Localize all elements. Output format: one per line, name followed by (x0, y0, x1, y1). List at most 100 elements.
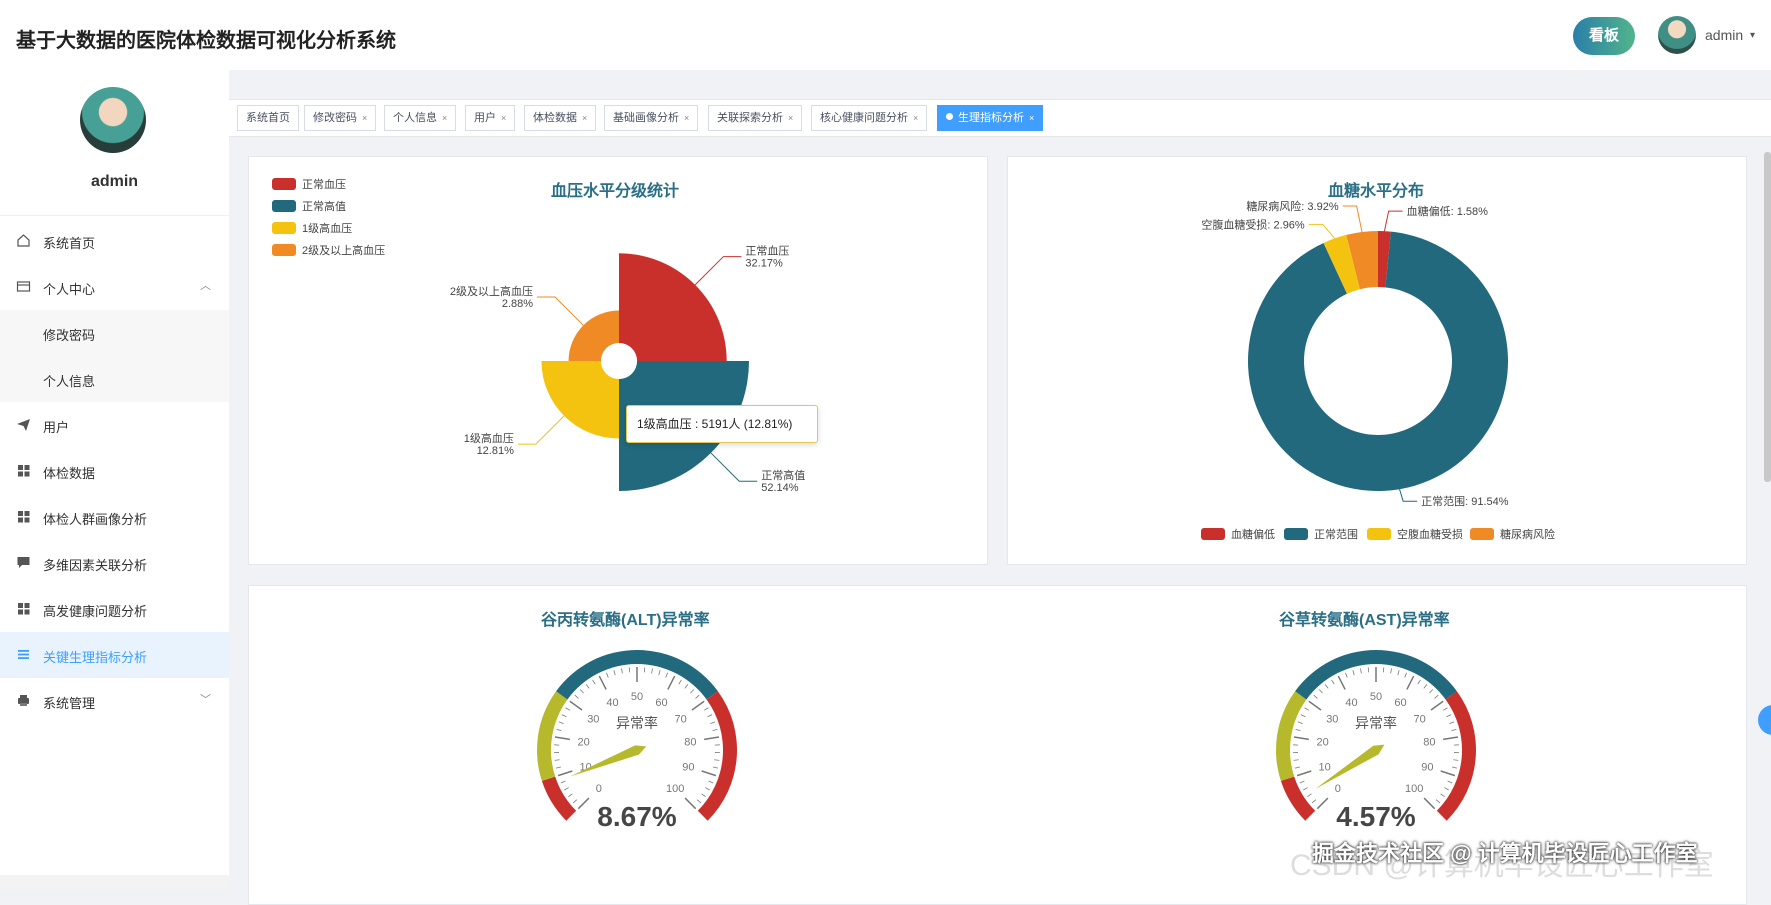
gauge-tick-label: 80 (1423, 737, 1435, 749)
gauge-tick (1300, 781, 1305, 783)
tab-users[interactable]: 用户× (465, 105, 515, 131)
gauge-tick (1443, 708, 1447, 711)
legend-item[interactable]: 正常范围 (1284, 528, 1358, 542)
gauge-tick (666, 673, 668, 678)
floating-expand-button[interactable] (1758, 705, 1771, 735)
legend-item[interactable]: 糖尿病风险 (1470, 528, 1555, 542)
close-icon[interactable]: × (442, 113, 447, 123)
close-icon[interactable]: × (913, 113, 918, 123)
legend-swatch (1284, 528, 1308, 540)
gauge-tick (580, 689, 583, 693)
close-icon[interactable]: × (788, 113, 793, 123)
sidebar-item-system-management[interactable]: 系统管理 ﹀ (0, 678, 229, 724)
sidebar-item-change-password[interactable]: 修改密码 (0, 310, 229, 356)
gauge-tick (704, 708, 708, 711)
gauge-tick (568, 794, 572, 797)
slice-percent-label: 32.17% (745, 258, 783, 270)
gauge-tick (1429, 689, 1432, 693)
gauge-tick (659, 670, 660, 675)
gauge-tick (1319, 689, 1322, 693)
legend-item[interactable]: 血糖偏低 (1201, 528, 1275, 542)
close-icon[interactable]: × (684, 113, 689, 123)
gauge-tick (1317, 798, 1328, 809)
gauge-tick (1307, 794, 1311, 797)
bp-rose-chart: 正常血压32.17%正常高值52.14%1级高血压12.81%2级及以上高血压2… (249, 157, 989, 566)
tab-label: 核心健康问题分析 (820, 112, 908, 124)
chevron-up-icon[interactable]: ︿ (200, 277, 211, 293)
gauge-tick-label: 70 (675, 713, 687, 725)
gauge-tick (702, 794, 706, 797)
sidebar-item-health-issues[interactable]: 高发健康问题分析 (0, 586, 229, 632)
tab-change-password[interactable]: 修改密码× (304, 105, 376, 131)
gauge-tick (562, 715, 567, 717)
tab-association[interactable]: 关联探索分析 × (708, 105, 802, 131)
gauge-tick (1431, 701, 1443, 710)
gauge-band (1437, 691, 1476, 820)
label-leader-line (711, 453, 757, 481)
page-scrollbar[interactable] (1764, 152, 1771, 482)
gauge-tick-label: 50 (1370, 691, 1382, 703)
gauge-tick (606, 673, 608, 678)
gauge-name: 异常率 (1355, 715, 1397, 731)
close-icon[interactable]: × (362, 113, 367, 123)
rose-center-hole (601, 343, 637, 379)
tags-view-bar: 系统首页 修改密码× 个人信息× 用户× 体检数据 × 基础画像分析× 关联探索分… (229, 99, 1771, 137)
sidebar-item-home[interactable]: 系统首页 (0, 218, 229, 264)
gauge-tick (570, 701, 582, 710)
gauge-tick-label: 60 (655, 697, 667, 709)
sidebar-scrollbar[interactable] (0, 875, 229, 890)
gauge-tick (1338, 676, 1345, 689)
legend-label: 空腹血糖受损 (1397, 529, 1463, 541)
tab-core-health[interactable]: 核心健康问题分析 × (811, 105, 927, 131)
gauge-tick (1353, 670, 1354, 675)
gauge-tick (1325, 684, 1328, 688)
gauge-tick (696, 695, 700, 698)
sidebar-item-exam-data[interactable]: 体检数据 (0, 448, 229, 494)
glucose-donut-chart: 血糖偏低: 1.58%正常范围: 91.54%空腹血糖受损: 2.96%糖尿病风… (1008, 157, 1748, 566)
close-icon[interactable]: × (1029, 113, 1034, 123)
close-icon[interactable]: × (501, 113, 506, 123)
tab-home[interactable]: 系统首页 (237, 105, 299, 131)
sidebar-item-users[interactable]: 用户 (0, 402, 229, 448)
gauge-tick (1294, 737, 1309, 739)
sidebar-item-personal-info[interactable]: 个人信息 (0, 356, 229, 402)
user-avatar[interactable] (1658, 16, 1696, 54)
chevron-down-icon[interactable]: ▾ (1750, 30, 1755, 41)
sidebar-item-personal-center[interactable]: 个人中心 ︿ (0, 264, 229, 310)
slice-name-label: 1级高血压 (464, 431, 514, 445)
legend-item[interactable]: 空腹血糖受损 (1367, 528, 1463, 542)
grid-icon (16, 463, 31, 478)
gauge-tick (1294, 760, 1299, 761)
gauge-tick (1407, 676, 1414, 689)
tab-physiological[interactable]: 生理指标分析× (937, 105, 1043, 131)
slice-label: 正常范围: 91.54% (1421, 494, 1509, 508)
gauge-tick (1295, 767, 1300, 768)
gauge-tick-label: 20 (578, 737, 590, 749)
close-icon[interactable]: × (582, 113, 587, 123)
grid-icon (16, 601, 31, 616)
sidebar-item-portrait-analysis[interactable]: 体检人群画像分析 (0, 494, 229, 540)
gauge-tick (575, 695, 579, 698)
user-menu-name[interactable]: admin (1705, 27, 1743, 43)
tab-label: 关联探索分析 (717, 112, 783, 124)
sidebar-item-label: 修改密码 (43, 325, 95, 344)
gauge-tick (679, 680, 682, 684)
gauge-band (537, 691, 567, 781)
gauge-tick (1301, 715, 1306, 717)
slice-name-label: 正常高值 (761, 468, 805, 482)
tab-basic-portrait[interactable]: 基础画像分析× (604, 105, 698, 131)
board-button[interactable]: 看板 (1573, 17, 1635, 55)
tab-label: 体检数据 (533, 112, 577, 124)
gauge-tick (697, 800, 701, 803)
chevron-down-icon[interactable]: ﹀ (200, 691, 211, 707)
tab-exam-data[interactable]: 体检数据 × (524, 105, 596, 131)
gauge-tick (1441, 794, 1445, 797)
list-icon (16, 647, 31, 662)
label-leader-line (695, 257, 741, 285)
tab-personal-info[interactable]: 个人信息× (384, 105, 456, 131)
slice-label: 血糖偏低: 1.58% (1407, 204, 1489, 218)
sidebar-item-correlation-analysis[interactable]: 多维因素关联分析 (0, 540, 229, 586)
slice-percent-label: 52.14% (761, 482, 799, 494)
sidebar-item-physiological-analysis[interactable]: 关键生理指标分析 (0, 632, 229, 678)
label-leader-line (1400, 489, 1418, 501)
